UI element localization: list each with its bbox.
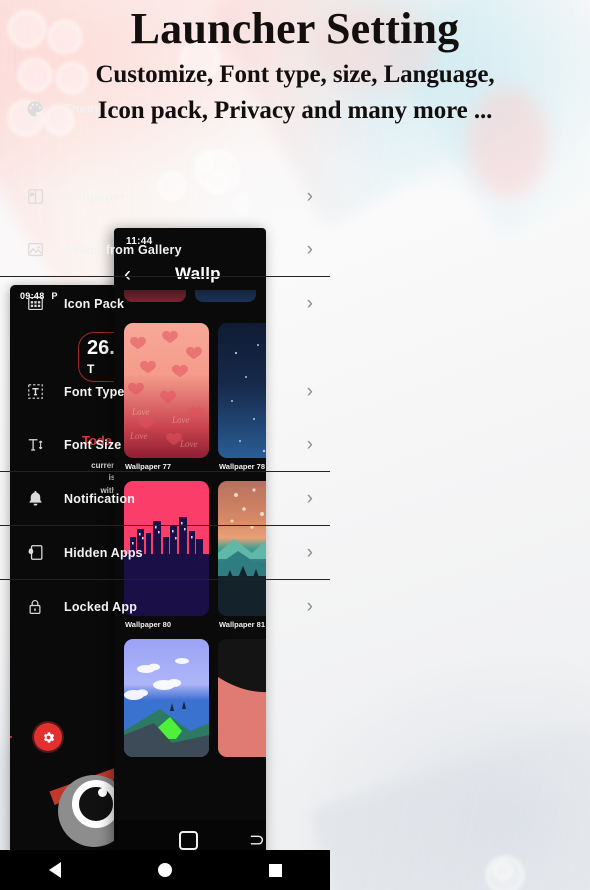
wallpaper-icon: [22, 184, 48, 210]
chevron-right-icon: ›: [306, 488, 313, 509]
settings-row-notification[interactable]: Notification ›: [0, 471, 330, 525]
chevron-right-icon: ›: [306, 186, 313, 207]
settings-row-label: Locked App: [64, 599, 138, 614]
wallpaper-row-clipped: [114, 639, 266, 761]
mascot-pupil: [98, 788, 107, 797]
settings-row-label: Notification: [64, 491, 136, 506]
gear-icon[interactable]: [34, 723, 62, 751]
promo-headline-block: Launcher Setting Customize, Font type, s…: [0, 4, 590, 127]
font-size-icon: [22, 432, 48, 458]
wallpaper-thumbnail[interactable]: [218, 639, 266, 757]
wallpaper-thumbnail[interactable]: [124, 639, 209, 757]
settings-row-label: Font Type: [64, 384, 125, 399]
settings-row-font-size[interactable]: Font Size ›: [0, 418, 330, 471]
settings-row-icon-pack[interactable]: Icon Pack ›: [0, 276, 330, 330]
settings-row-locked-app[interactable]: Locked App ›: [0, 579, 330, 633]
wallpaper-cell[interactable]: [124, 639, 209, 757]
promo-subline-1: Customize, Font type, size, Language,: [95, 60, 495, 88]
page-title: Launcher Setting: [130, 4, 460, 53]
gear-connector-line: [10, 736, 12, 738]
lock-icon: [22, 594, 48, 620]
icon-pack-icon: [22, 291, 48, 317]
settings-row-label: Icon Pack: [64, 296, 125, 311]
font-type-icon: [22, 379, 48, 405]
chevron-right-icon: ›: [306, 293, 313, 314]
chevron-right-icon: ›: [306, 596, 313, 617]
gallery-icon: [22, 237, 48, 263]
chevron-right-icon: ›: [306, 239, 313, 260]
mid-recents-button[interactable]: ⊃: [249, 831, 265, 850]
wallpaper-cell[interactable]: [218, 639, 266, 757]
bell-icon: [22, 486, 48, 512]
settings-row-label: Select from Gallery: [64, 242, 182, 257]
chevron-right-icon: ›: [306, 381, 313, 402]
settings-row-wallpaper[interactable]: Wallpaper ›: [0, 170, 330, 223]
mid-home-button[interactable]: [179, 830, 198, 850]
settings-row-select-from-gallery[interactable]: Select from Gallery ›: [0, 223, 330, 276]
settings-row-font-type[interactable]: Font Type ›: [0, 365, 330, 418]
mascot-eye: [72, 780, 120, 828]
settings-row-label: Hidden Apps: [64, 545, 143, 560]
settings-row-label: Wallpaper: [64, 189, 126, 204]
chevron-right-icon: ›: [306, 434, 313, 455]
chevron-right-icon: ›: [306, 542, 313, 563]
settings-row-label: Font Size: [64, 437, 122, 452]
settings-row-hidden-apps[interactable]: Hidden Apps ›: [0, 525, 330, 579]
promo-subline-2: Icon pack, Privacy and many more ...: [97, 96, 493, 124]
hidden-apps-icon: [22, 540, 48, 566]
promo-screenshot: Launcher Setting Customize, Font type, s…: [0, 0, 590, 890]
